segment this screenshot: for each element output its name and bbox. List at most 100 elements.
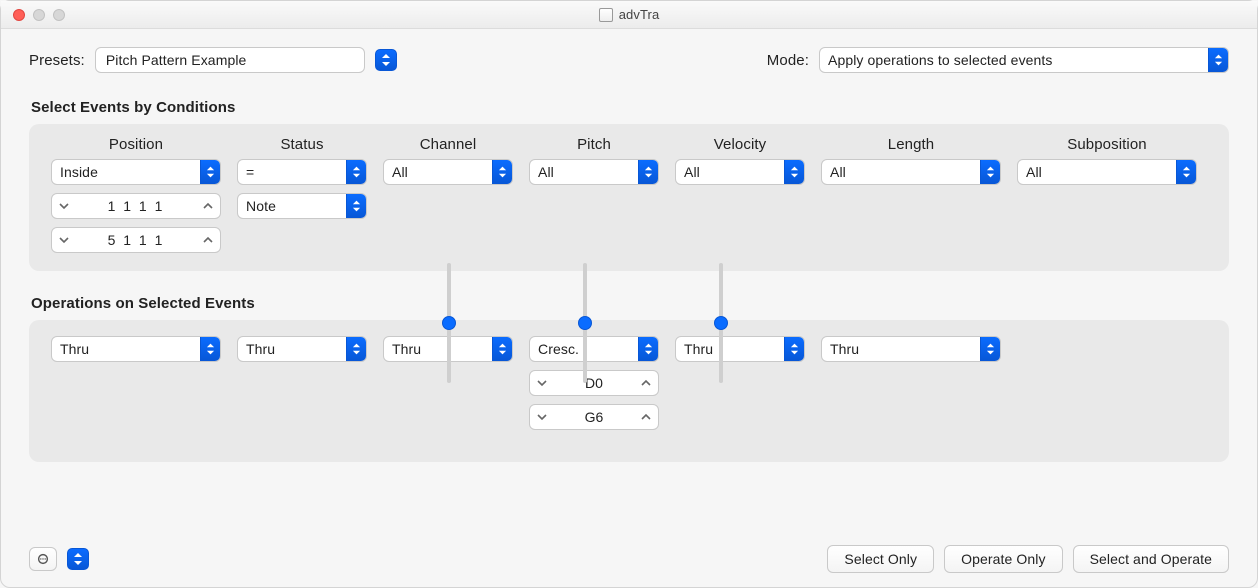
more-options-button[interactable] [29, 547, 57, 571]
stepper-increment-icon[interactable] [634, 371, 658, 395]
slider-handle-icon[interactable] [442, 316, 456, 330]
op-position-cell: Thru [51, 336, 221, 430]
dropdown-indicator-icon [346, 160, 366, 184]
presets-label: Presets: [29, 52, 85, 69]
op-pitch-mode-value: Cresc. [538, 341, 579, 357]
select-and-operate-label: Select and Operate [1090, 551, 1212, 567]
position-mode-value: Inside [60, 164, 98, 180]
position-mode-select[interactable]: Inside [51, 159, 221, 185]
conditions-title: Select Events by Conditions [31, 99, 1229, 116]
op-length-value: Thru [830, 341, 859, 357]
minimize-window-button[interactable] [33, 9, 45, 21]
pitch-value: All [538, 164, 554, 180]
subposition-select[interactable]: All [1017, 159, 1197, 185]
op-subposition-cell [1017, 336, 1197, 430]
dropdown-indicator-icon [200, 337, 220, 361]
col-head-subposition: Subposition [1017, 136, 1197, 153]
pitch-cell: All [529, 159, 659, 253]
length-select[interactable]: All [821, 159, 1001, 185]
app-icon [599, 8, 613, 22]
op-channel-value: Thru [392, 341, 421, 357]
velocity-slider[interactable] [719, 263, 723, 383]
top-row: Presets: Pitch Pattern Example Mode: App… [29, 47, 1229, 73]
dropdown-indicator-icon [638, 160, 658, 184]
mode-label: Mode: [767, 52, 809, 69]
mode-value: Apply operations to selected events [828, 52, 1053, 68]
window-title-text: advTra [619, 7, 660, 22]
channel-slider[interactable] [447, 263, 451, 383]
dropdown-indicator-icon [346, 194, 366, 218]
pitch-select[interactable]: All [529, 159, 659, 185]
status-type-select[interactable]: Note [237, 193, 367, 219]
dropdown-indicator-icon [638, 337, 658, 361]
position-end-value: 5 1 1 1 [76, 228, 196, 252]
presets-menu-button[interactable] [375, 49, 397, 71]
col-head-pitch: Pitch [529, 136, 659, 153]
channel-cell: All [383, 159, 513, 253]
op-pitch-mode-select[interactable]: Cresc. [529, 336, 659, 362]
dropdown-indicator-icon [492, 337, 512, 361]
presets-field[interactable]: Pitch Pattern Example [95, 47, 365, 73]
more-options-menu-button[interactable] [67, 548, 89, 570]
select-only-button[interactable]: Select Only [827, 545, 934, 573]
op-pitch-to-stepper[interactable]: G6 [529, 404, 659, 430]
op-position-value: Thru [60, 341, 89, 357]
dropdown-indicator-icon [980, 160, 1000, 184]
subposition-value: All [1026, 164, 1042, 180]
op-length-cell: Thru [821, 336, 1001, 430]
op-status-cell: Thru [237, 336, 367, 430]
subposition-cell: All [1017, 159, 1197, 253]
slider-handle-icon[interactable] [578, 316, 592, 330]
position-start-stepper[interactable]: 1 1 1 1 [51, 193, 221, 219]
dropdown-indicator-icon [1208, 48, 1228, 72]
position-end-stepper[interactable]: 5 1 1 1 [51, 227, 221, 253]
stepper-decrement-icon[interactable] [530, 405, 554, 429]
stepper-decrement-icon[interactable] [530, 371, 554, 395]
col-head-status: Status [237, 136, 367, 153]
select-and-operate-button[interactable]: Select and Operate [1073, 545, 1229, 573]
velocity-cell: All [675, 159, 805, 253]
titlebar: advTra [1, 1, 1257, 29]
channel-select[interactable]: All [383, 159, 513, 185]
position-cell: Inside 1 1 1 1 5 1 1 1 [51, 159, 221, 253]
velocity-select[interactable]: All [675, 159, 805, 185]
status-op-value: = [246, 164, 254, 180]
status-type-value: Note [246, 198, 276, 214]
op-pitch-from-stepper[interactable]: D0 [529, 370, 659, 396]
stepper-increment-icon[interactable] [634, 405, 658, 429]
op-velocity-select[interactable]: Thru [675, 336, 805, 362]
dropdown-indicator-icon [784, 337, 804, 361]
zoom-window-button[interactable] [53, 9, 65, 21]
stepper-decrement-icon[interactable] [52, 228, 76, 252]
window-title: advTra [1, 7, 1257, 22]
slider-handle-icon[interactable] [714, 316, 728, 330]
pitch-slider[interactable] [583, 263, 587, 383]
op-length-select[interactable]: Thru [821, 336, 1001, 362]
stepper-increment-icon[interactable] [196, 228, 220, 252]
stepper-increment-icon[interactable] [196, 194, 220, 218]
dropdown-indicator-icon [346, 337, 366, 361]
conditions-panel: Position Status Channel Pitch Velocity L… [29, 124, 1229, 271]
dropdown-indicator-icon [784, 160, 804, 184]
stepper-decrement-icon[interactable] [52, 194, 76, 218]
footer: Select Only Operate Only Select and Oper… [29, 531, 1229, 573]
status-op-select[interactable]: = [237, 159, 367, 185]
op-position-select[interactable]: Thru [51, 336, 221, 362]
operate-only-button[interactable]: Operate Only [944, 545, 1062, 573]
select-only-label: Select Only [844, 551, 917, 567]
status-cell: = Note [237, 159, 367, 253]
col-head-velocity: Velocity [675, 136, 805, 153]
presets-value: Pitch Pattern Example [106, 52, 247, 68]
operate-only-label: Operate Only [961, 551, 1045, 567]
dropdown-indicator-icon [492, 160, 512, 184]
close-window-button[interactable] [13, 9, 25, 21]
length-cell: All [821, 159, 1001, 253]
mode-select[interactable]: Apply operations to selected events [819, 47, 1229, 73]
op-status-select[interactable]: Thru [237, 336, 367, 362]
op-pitch-to-value: G6 [554, 405, 634, 429]
operations-title: Operations on Selected Events [31, 295, 1229, 312]
col-head-length: Length [821, 136, 1001, 153]
op-status-value: Thru [246, 341, 275, 357]
col-head-position: Position [51, 136, 221, 153]
op-velocity-value: Thru [684, 341, 713, 357]
